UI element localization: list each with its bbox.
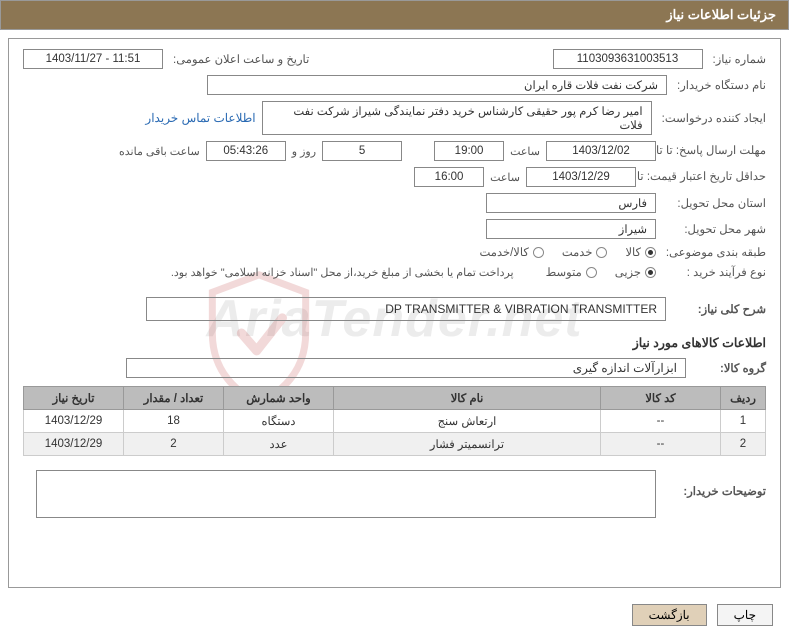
goods-group-field: ابزارآلات اندازه گیری	[126, 358, 686, 378]
cell-code: --	[601, 410, 721, 433]
cell-qty: 2	[124, 433, 224, 456]
radio-circle-icon	[596, 247, 607, 258]
announce-label: تاریخ و ساعت اعلان عمومی:	[173, 52, 309, 66]
contact-link[interactable]: اطلاعات تماس خریدار	[145, 111, 255, 125]
remaining-label: ساعت باقی مانده	[119, 145, 200, 158]
goods-table: ردیف کد کالا نام کالا واحد شمارش تعداد /…	[23, 386, 766, 456]
reply-deadline-label: مهلت ارسال پاسخ: تا تاریخ:	[666, 144, 766, 159]
buyer-org-field: شرکت نفت فلات قاره ایران	[207, 75, 667, 95]
cell-qty: 18	[124, 410, 224, 433]
days-and-label: روز و	[292, 145, 316, 158]
radio-goods-service[interactable]: کالا/خدمت	[480, 245, 544, 259]
city-label: شهر محل تحویل:	[666, 222, 766, 236]
payment-note: پرداخت تمام یا بخشی از مبلغ خرید،از محل …	[171, 266, 514, 279]
reply-time-field: 19:00	[434, 141, 504, 161]
price-validity-date-field: 1403/12/29	[526, 167, 636, 187]
reply-date-field: 1403/12/02	[546, 141, 656, 161]
price-validity-row: حداقل تاریخ اعتبار قیمت: تا تاریخ: 1403/…	[23, 167, 766, 187]
cell-code: --	[601, 433, 721, 456]
need-number-field: 1103093631003513	[553, 49, 703, 69]
cell-row: 2	[721, 433, 766, 456]
city-field: شیراز	[486, 219, 656, 239]
table-header-row: ردیف کد کالا نام کالا واحد شمارش تعداد /…	[24, 387, 766, 410]
buyer-org-row: نام دستگاه خریدار: شرکت نفت فلات قاره ای…	[23, 75, 766, 95]
price-validity-time-field: 16:00	[414, 167, 484, 187]
th-unit: واحد شمارش	[224, 387, 334, 410]
days-field: 5	[322, 141, 402, 161]
th-code: کد کالا	[601, 387, 721, 410]
process-type-label: نوع فرآیند خرید :	[666, 265, 766, 279]
th-date: تاریخ نیاز	[24, 387, 124, 410]
print-button[interactable]: چاپ	[717, 604, 773, 626]
need-number-label: شماره نیاز:	[713, 52, 767, 66]
back-button[interactable]: بازگشت	[632, 604, 707, 626]
buyer-notes-label: توضیحات خریدار:	[666, 470, 766, 498]
goods-info-title: اطلاعات کالاهای مورد نیاز	[23, 335, 766, 350]
main-panel: AriaTender.net شماره نیاز: 1103093631003…	[8, 38, 781, 588]
general-desc-row: شرح کلی نیاز: DP TRANSMITTER & VIBRATION…	[23, 297, 766, 321]
cell-unit: دستگاه	[224, 410, 334, 433]
buyer-notes-row: توضیحات خریدار:	[23, 470, 766, 518]
subject-class-row: طبقه بندی موضوعی: کالا خدمت کالا/خدمت	[23, 245, 766, 259]
need-number-row: شماره نیاز: 1103093631003513 تاریخ و ساع…	[23, 49, 766, 69]
cell-date: 1403/12/29	[24, 433, 124, 456]
radio-service-label: خدمت	[562, 245, 593, 259]
panel-header: جزئیات اطلاعات نیاز	[0, 0, 789, 30]
cell-row: 1	[721, 410, 766, 433]
radio-goods[interactable]: کالا	[625, 245, 656, 259]
requester-label: ایجاد کننده درخواست:	[662, 111, 766, 125]
time-label-2: ساعت	[490, 171, 520, 184]
radio-medium[interactable]: متوسط	[546, 265, 597, 279]
time-label-1: ساعت	[510, 145, 540, 158]
panel-title: جزئیات اطلاعات نیاز	[666, 7, 776, 22]
requester-field: امیر رضا کرم پور حقیقی کارشناس خرید دفتر…	[262, 101, 652, 135]
general-desc-label: شرح کلی نیاز:	[676, 302, 766, 316]
buyer-org-label: نام دستگاه خریدار:	[677, 78, 766, 92]
radio-goods-service-label: کالا/خدمت	[480, 245, 529, 259]
cell-name: ارتعاش سنج	[334, 410, 601, 433]
th-qty: تعداد / مقدار	[124, 387, 224, 410]
cell-unit: عدد	[224, 433, 334, 456]
table-row: 2 -- ترانسمیتر فشار عدد 2 1403/12/29	[24, 433, 766, 456]
footer-buttons: چاپ بازگشت	[0, 596, 789, 634]
subject-class-label: طبقه بندی موضوعی:	[666, 245, 766, 259]
radio-medium-label: متوسط	[546, 265, 582, 279]
general-desc-field: DP TRANSMITTER & VIBRATION TRANSMITTER	[146, 297, 666, 321]
radio-goods-label: کالا	[625, 245, 641, 259]
province-field: فارس	[486, 193, 656, 213]
countdown-field: 05:43:26	[206, 141, 286, 161]
radio-service[interactable]: خدمت	[562, 245, 608, 259]
cell-date: 1403/12/29	[24, 410, 124, 433]
city-row: شهر محل تحویل: شیراز	[23, 219, 766, 239]
process-type-radios: جزیی متوسط	[546, 265, 656, 279]
radio-partial[interactable]: جزیی	[615, 265, 656, 279]
buyer-notes-field	[36, 470, 656, 518]
th-name: نام کالا	[334, 387, 601, 410]
radio-circle-icon	[645, 267, 656, 278]
table-row: 1 -- ارتعاش سنج دستگاه 18 1403/12/29	[24, 410, 766, 433]
th-row: ردیف	[721, 387, 766, 410]
radio-circle-icon	[586, 267, 597, 278]
cell-name: ترانسمیتر فشار	[334, 433, 601, 456]
price-validity-label: حداقل تاریخ اعتبار قیمت: تا تاریخ:	[646, 170, 766, 185]
requester-row: ایجاد کننده درخواست: امیر رضا کرم پور حق…	[23, 101, 766, 135]
reply-deadline-row: مهلت ارسال پاسخ: تا تاریخ: 1403/12/02 سا…	[23, 141, 766, 161]
radio-partial-label: جزیی	[615, 265, 641, 279]
goods-group-label: گروه کالا:	[696, 361, 766, 375]
radio-circle-icon	[533, 247, 544, 258]
goods-group-row: گروه کالا: ابزارآلات اندازه گیری	[23, 358, 766, 378]
radio-circle-icon	[645, 247, 656, 258]
province-label: استان محل تحویل:	[666, 196, 766, 210]
province-row: استان محل تحویل: فارس	[23, 193, 766, 213]
process-type-row: نوع فرآیند خرید : جزیی متوسط پرداخت تمام…	[23, 265, 766, 279]
subject-class-radios: کالا خدمت کالا/خدمت	[480, 245, 657, 259]
announce-field: 1403/11/27 - 11:51	[23, 49, 163, 69]
